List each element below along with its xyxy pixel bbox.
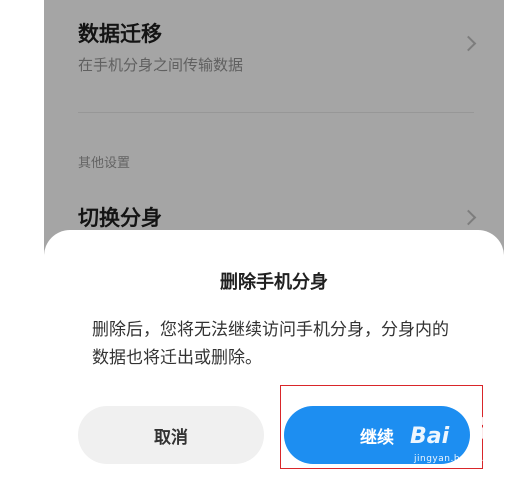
- continue-button[interactable]: 继续: [284, 406, 470, 464]
- dialog-message: 删除后，您将无法继续访问手机分身，分身内的数据也将迁出或删除。: [92, 320, 449, 368]
- cancel-button[interactable]: 取消: [78, 406, 264, 464]
- settings-screen: 数据迁移 在手机分身之间传输数据 其他设置 切换分身 删除手机分身 删除后，您将…: [44, 0, 504, 486]
- dialog-title: 删除手机分身: [220, 272, 328, 293]
- delete-clone-dialog: 删除手机分身 删除后，您将无法继续访问手机分身，分身内的数据也将迁出或删除。 取…: [44, 230, 504, 486]
